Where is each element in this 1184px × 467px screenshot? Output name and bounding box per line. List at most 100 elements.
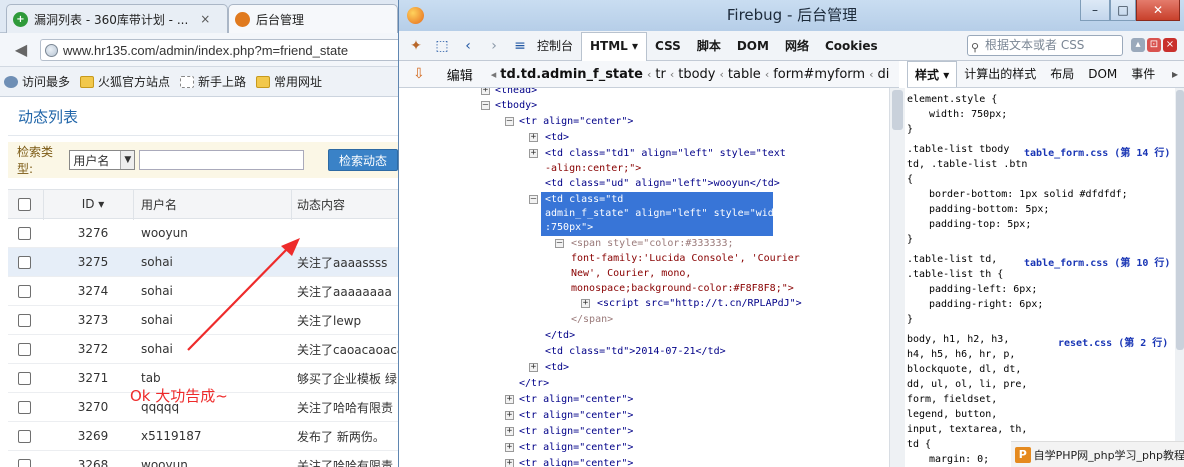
col-id[interactable]: ID ▾ (58, 197, 128, 211)
node-td[interactable]: <td> (545, 362, 569, 373)
tab-vuln-list[interactable]: + 漏洞列表 - 360库带计划 - ... × (6, 4, 228, 33)
css-source-link[interactable]: table_form.css (第 10 行) (1024, 254, 1170, 269)
command-line-icon[interactable]: ≡ (511, 37, 529, 55)
collapse-icon[interactable]: ▴ (1131, 38, 1145, 52)
tab-css[interactable]: CSS (647, 31, 689, 61)
expand-toggle[interactable]: + (505, 395, 514, 404)
node-tr[interactable]: <tr align="center"> (519, 442, 633, 453)
edit-button[interactable]: 编辑 (447, 65, 473, 84)
node-tr[interactable]: <tr align="center"> (519, 116, 633, 127)
search-type-select[interactable]: 用户名 ▼ (69, 150, 136, 170)
tab-side-dom[interactable]: DOM (1081, 61, 1124, 87)
close-button[interactable]: ✕ (1136, 0, 1180, 21)
search-input[interactable] (139, 150, 304, 170)
inspect-element-icon[interactable]: ⇩ (413, 66, 425, 82)
crumb-tbody[interactable]: tbody (678, 67, 715, 82)
bookmark-getting-started[interactable]: 新手上路 (180, 73, 246, 90)
node-tr[interactable]: <tr align="center"> (519, 410, 633, 421)
expand-toggle[interactable]: + (505, 427, 514, 436)
node-tbody[interactable]: <tbody> (495, 100, 537, 111)
forward-arrow-icon[interactable]: › (485, 37, 503, 55)
crumb-form[interactable]: form#myform (773, 67, 865, 82)
expand-toggle[interactable]: + (505, 411, 514, 420)
crumb-div[interactable]: di (878, 67, 890, 82)
css-source-link[interactable]: table_form.css (第 14 行) (1024, 144, 1170, 159)
back-icon[interactable]: ◀ (10, 40, 32, 60)
detach-icon[interactable]: ⊡ (1147, 38, 1161, 52)
css-property[interactable]: padding-right: 6px; (929, 299, 1043, 310)
firebug-search-input[interactable]: ⚲ 根据文本或者 CSS (967, 35, 1123, 56)
css-property[interactable]: padding-bottom: 5px; (929, 204, 1049, 215)
node-tr[interactable]: <tr align="center"> (519, 458, 633, 467)
firebug-bug-icon[interactable]: ✦ (407, 37, 425, 55)
tab-events[interactable]: 事件 (1124, 61, 1162, 87)
node-td1[interactable]: <td class="td1" align="left" style="text (545, 148, 786, 159)
table-row[interactable]: 3275 sohai 关注了aaaassss (8, 248, 398, 277)
expand-toggle[interactable]: + (505, 443, 514, 452)
tab-net[interactable]: 网络 (777, 31, 817, 61)
bookmark-common-sites[interactable]: 常用网址 (256, 73, 322, 90)
tab-computed[interactable]: 计算出的样式 (957, 61, 1043, 87)
collapse-toggle[interactable]: – (481, 101, 490, 110)
expand-toggle[interactable]: + (505, 459, 514, 467)
bookmark-firefox-site[interactable]: 火狐官方站点 (80, 73, 170, 90)
inspect-icon[interactable]: ⬚ (433, 37, 451, 55)
table-row[interactable]: 3269 x5119187 发布了 新两伤。 (8, 422, 398, 451)
table-row[interactable]: 3268 wooyun 关注了哈哈有限责 (8, 451, 398, 467)
row-checkbox[interactable] (18, 255, 31, 269)
node-td-ud[interactable]: <td class="ud" align="left">wooyun</td> (545, 178, 780, 189)
expand-toggle[interactable]: + (581, 299, 590, 308)
expand-toggle[interactable]: + (529, 133, 538, 142)
css-property[interactable]: margin: 0; (929, 454, 989, 465)
node-script[interactable]: <script src="http://t.cn/RPLAPdJ"> (597, 298, 802, 309)
table-row[interactable]: 3272 sohai 关注了caoacaoaca (8, 335, 398, 364)
collapse-toggle[interactable]: – (555, 239, 564, 248)
tab-script[interactable]: 脚本 (689, 31, 729, 61)
table-row[interactable]: 3274 sohai 关注了aaaaaaaa (8, 277, 398, 306)
tab-admin[interactable]: 后台管理 (228, 4, 398, 33)
table-row[interactable]: 3273 sohai 关注了lewp (8, 306, 398, 335)
tab-style[interactable]: 样式 ▾ (907, 61, 958, 87)
node-td-date[interactable]: <td class="td">2014-07-21</td> (545, 346, 726, 357)
search-button[interactable]: 检索动态 (327, 149, 398, 171)
more-tabs-icon[interactable]: ▸ (1165, 61, 1184, 87)
expand-toggle[interactable]: + (481, 88, 490, 95)
row-checkbox[interactable] (18, 400, 31, 414)
back-arrow-icon[interactable]: ‹ (459, 37, 477, 55)
node-tr[interactable]: <tr align="center"> (519, 426, 633, 437)
collapse-toggle[interactable]: – (505, 117, 514, 126)
css-property[interactable]: padding-top: 5px; (929, 219, 1031, 230)
tab-cookies[interactable]: Cookies (817, 31, 886, 61)
row-checkbox[interactable] (18, 342, 31, 356)
row-checkbox[interactable] (18, 226, 31, 240)
expand-toggle[interactable]: + (529, 363, 538, 372)
close-firebug-icon[interactable]: × (1163, 38, 1177, 52)
row-checkbox[interactable] (18, 371, 31, 385)
tab-html[interactable]: HTML ▾ (581, 31, 648, 62)
css-source-link[interactable]: reset.css (第 2 行) (1058, 334, 1168, 349)
crumb-table[interactable]: table (728, 67, 761, 82)
selected-node[interactable]: <td class="td admin_f_state" align="left… (541, 192, 786, 236)
collapse-toggle[interactable]: – (529, 195, 538, 204)
row-checkbox[interactable] (18, 429, 31, 443)
crumb-tr[interactable]: tr (655, 67, 665, 82)
expand-toggle[interactable]: + (529, 149, 538, 158)
table-row[interactable]: 3276 wooyun (8, 219, 398, 248)
maximize-button[interactable]: □ (1110, 0, 1136, 21)
tab-layout[interactable]: 布局 (1043, 61, 1081, 87)
row-checkbox[interactable] (18, 458, 31, 467)
row-checkbox[interactable] (18, 284, 31, 298)
css-property[interactable]: padding-left: 6px; (929, 284, 1037, 295)
close-icon[interactable]: × (200, 12, 210, 26)
node-span[interactable]: <span style="color:#333333; (571, 238, 734, 249)
row-checkbox[interactable] (18, 313, 31, 327)
minimize-button[interactable]: – (1080, 0, 1110, 21)
css-property[interactable]: border-bottom: 1px solid #dfdfdf; (929, 189, 1128, 200)
node-td[interactable]: <td> (545, 132, 569, 143)
url-input[interactable]: www.hr135.com/admin/index.php?m=friend_s… (40, 39, 398, 61)
node-thead[interactable]: <thead> (495, 88, 537, 96)
html-pane-scrollbar[interactable] (889, 88, 905, 467)
bookmark-most-visited[interactable]: 访问最多 (4, 73, 70, 90)
node-tr[interactable]: <tr align="center"> (519, 394, 633, 405)
css-property[interactable]: width: 750px; (929, 109, 1007, 120)
